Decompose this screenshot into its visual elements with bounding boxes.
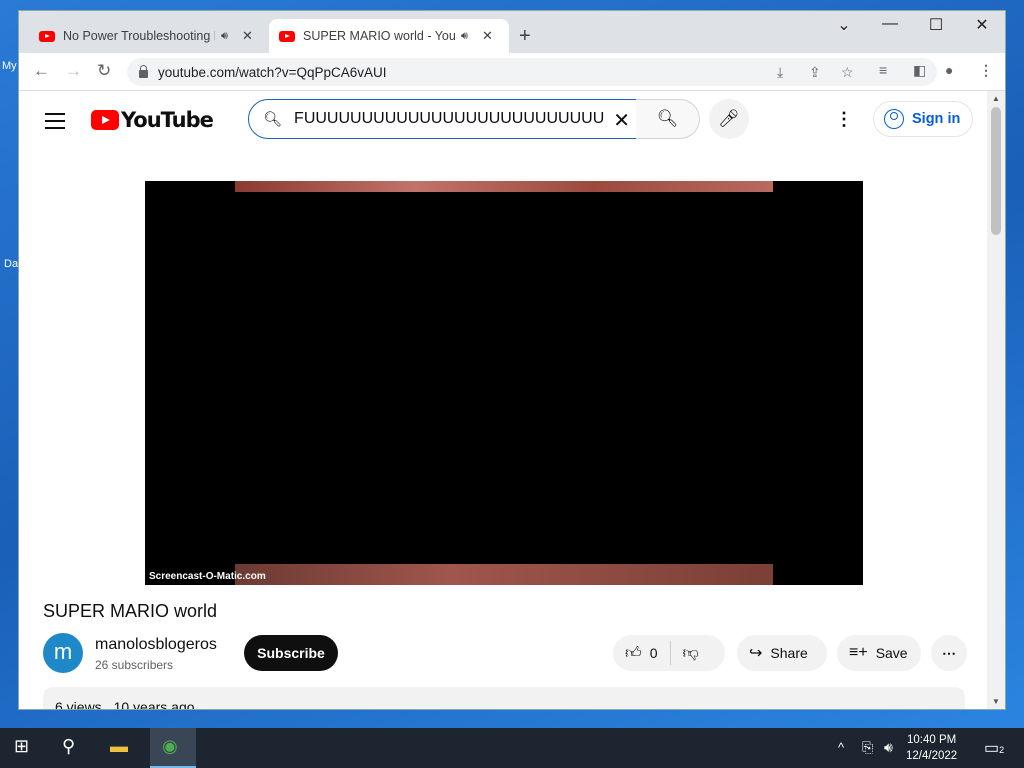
youtube-favicon-icon [279,30,295,42]
tab-super-mario[interactable]: SUPER MARIO world - YouTu 🔊︎ ✕ [269,19,509,53]
view-count: 6 views [55,699,102,710]
close-icon[interactable]: ✕ [242,28,253,44]
side-panel-icon[interactable]: ◧ [913,62,926,79]
notification-icon[interactable]: ▭2 [984,738,1004,758]
scroll-thumb[interactable] [991,107,1001,235]
chrome-icon[interactable]: ◉ [162,736,178,757]
window-close-icon[interactable]: ✕ [959,15,1005,35]
minimize-icon[interactable]: — [867,15,913,33]
profile-icon[interactable]: ● [945,62,953,78]
video-player[interactable]: Screencast-O-Matic.com [145,181,863,585]
account-icon [884,109,904,129]
tab-no-power[interactable]: No Power Troubleshooting D 🔊︎ ✕ [29,19,267,53]
search-query[interactable]: FUUUUUUUUUUUUUUUUUUUUUUUUUUUUUU [294,110,604,128]
windows-start-icon[interactable]: ⊞ [14,736,29,757]
address-bar: ← → ↻ youtube.com/watch?v=QqPpCA6vAUI ⤓ … [19,53,1005,91]
search-input[interactable]: 🔍︎ FUUUUUUUUUUUUUUUUUUUUUUUUUUUUUU ✕ [248,99,637,139]
like-count[interactable]: 0 [650,645,658,661]
channel-avatar[interactable]: m [43,633,83,673]
file-explorer-icon[interactable]: ▬ [110,736,128,757]
youtube-favicon-icon [39,30,55,42]
share-icon: ↪ [749,645,763,662]
search-icon[interactable]: ⚲ [62,736,75,757]
video-title: SUPER MARIO world [43,601,218,621]
share-button[interactable]: ↪ Share [737,635,827,671]
tab-title: No Power Troubleshooting D [63,29,215,43]
url-text[interactable]: youtube.com/watch?v=QqPpCA6vAUI [158,65,387,80]
clock[interactable]: 10:40 PM 12/4/2022 [906,732,957,764]
like-dislike-group: 👍︎ 0 👎︎ [613,635,725,671]
back-icon[interactable]: ← [33,61,50,81]
desktop-icon-label[interactable]: My [2,60,17,72]
channel-name[interactable]: manolosblogeros [95,636,217,654]
search-button[interactable]: 🔍︎ [636,99,700,139]
sign-in-label: Sign in [912,111,961,127]
new-tab-icon[interactable]: + [519,25,531,48]
clock-time: 10:40 PM [906,734,957,746]
close-icon[interactable]: ✕ [482,28,493,44]
dislike-icon[interactable]: 👎︎ [683,644,699,663]
browser-window: No Power Troubleshooting D 🔊︎ ✕ SUPER MA… [18,10,1006,710]
notification-count: 2 [999,745,1005,755]
youtube-logo[interactable]: YouTube [91,108,214,132]
tray-chevron-icon[interactable]: ^ [838,740,844,755]
clock-date: 12/4/2022 [906,750,958,762]
video-watermark: Screencast-O-Matic.com [149,571,266,582]
share-label: Share [770,645,808,661]
youtube-logo-icon [91,110,119,130]
subscriber-count: 26 subscribers [95,658,174,672]
search-icon: 🔍︎ [263,111,283,128]
network-icon[interactable]: ⎘ [862,739,873,756]
description-box[interactable]: 6 views 10 years ago [43,687,965,710]
like-icon[interactable]: 👍︎ [625,644,642,663]
scroll-down-icon[interactable]: ▼ [992,697,1000,706]
install-icon[interactable]: ⤓ [777,64,783,81]
tab-search-chevron-icon[interactable]: ⌄ [821,15,867,35]
scroll-up-icon[interactable]: ▲ [992,94,1000,103]
video-frame-top [235,181,773,192]
menu-icon[interactable] [45,113,65,134]
upload-age: 10 years ago [113,699,195,710]
youtube-logo-text: YouTube [121,108,214,132]
reload-icon[interactable]: ↻ [97,61,111,81]
playlist-add-icon: ≡+ [849,644,868,661]
tab-title: SUPER MARIO world - YouTu [303,29,455,43]
reading-list-icon[interactable]: ≡ [879,62,887,78]
chrome-menu-icon[interactable]: ⋮ [979,62,993,79]
microphone-icon[interactable]: 🎤︎ [709,99,749,139]
omnibox[interactable]: youtube.com/watch?v=QqPpCA6vAUI ⤓ ⇪ ☆ [127,58,937,86]
more-actions-icon[interactable]: ⋯ [931,635,967,671]
speaker-icon[interactable]: 🔊︎ [221,30,228,43]
volume-icon[interactable]: 🔊︎ [884,739,893,756]
forward-icon[interactable]: → [65,61,82,81]
save-button[interactable]: ≡+ Save [837,635,921,671]
share-page-icon[interactable]: ⇪ [809,64,821,81]
taskbar: ⊞ ⚲ ▬ ◉ ^ ⎘ 🔊︎ 10:40 PM 12/4/2022 ▭2 [0,728,1024,768]
bookmark-star-icon[interactable]: ☆ [841,64,854,81]
speaker-icon[interactable]: 🔊︎ [461,30,468,43]
clear-search-icon[interactable]: ✕ [613,108,630,133]
desktop-icon-label[interactable]: Da [4,258,18,270]
subscribe-button[interactable]: Subscribe [244,635,338,671]
youtube-page: YouTube 🔍︎ FUUUUUUUUUUUUUUUUUUUUUUUUUUUU… [19,91,989,710]
maximize-icon[interactable]: ☐ [913,15,959,35]
video-frame-taskbar [235,564,773,585]
lock-icon[interactable] [139,65,148,78]
settings-more-icon[interactable]: ⋮ [835,109,853,130]
page-scrollbar[interactable]: ▲ ▼ [987,91,1005,709]
save-label: Save [875,645,908,661]
sign-in-button[interactable]: Sign in [873,101,973,137]
tab-bar: No Power Troubleshooting D 🔊︎ ✕ SUPER MA… [19,11,1005,53]
